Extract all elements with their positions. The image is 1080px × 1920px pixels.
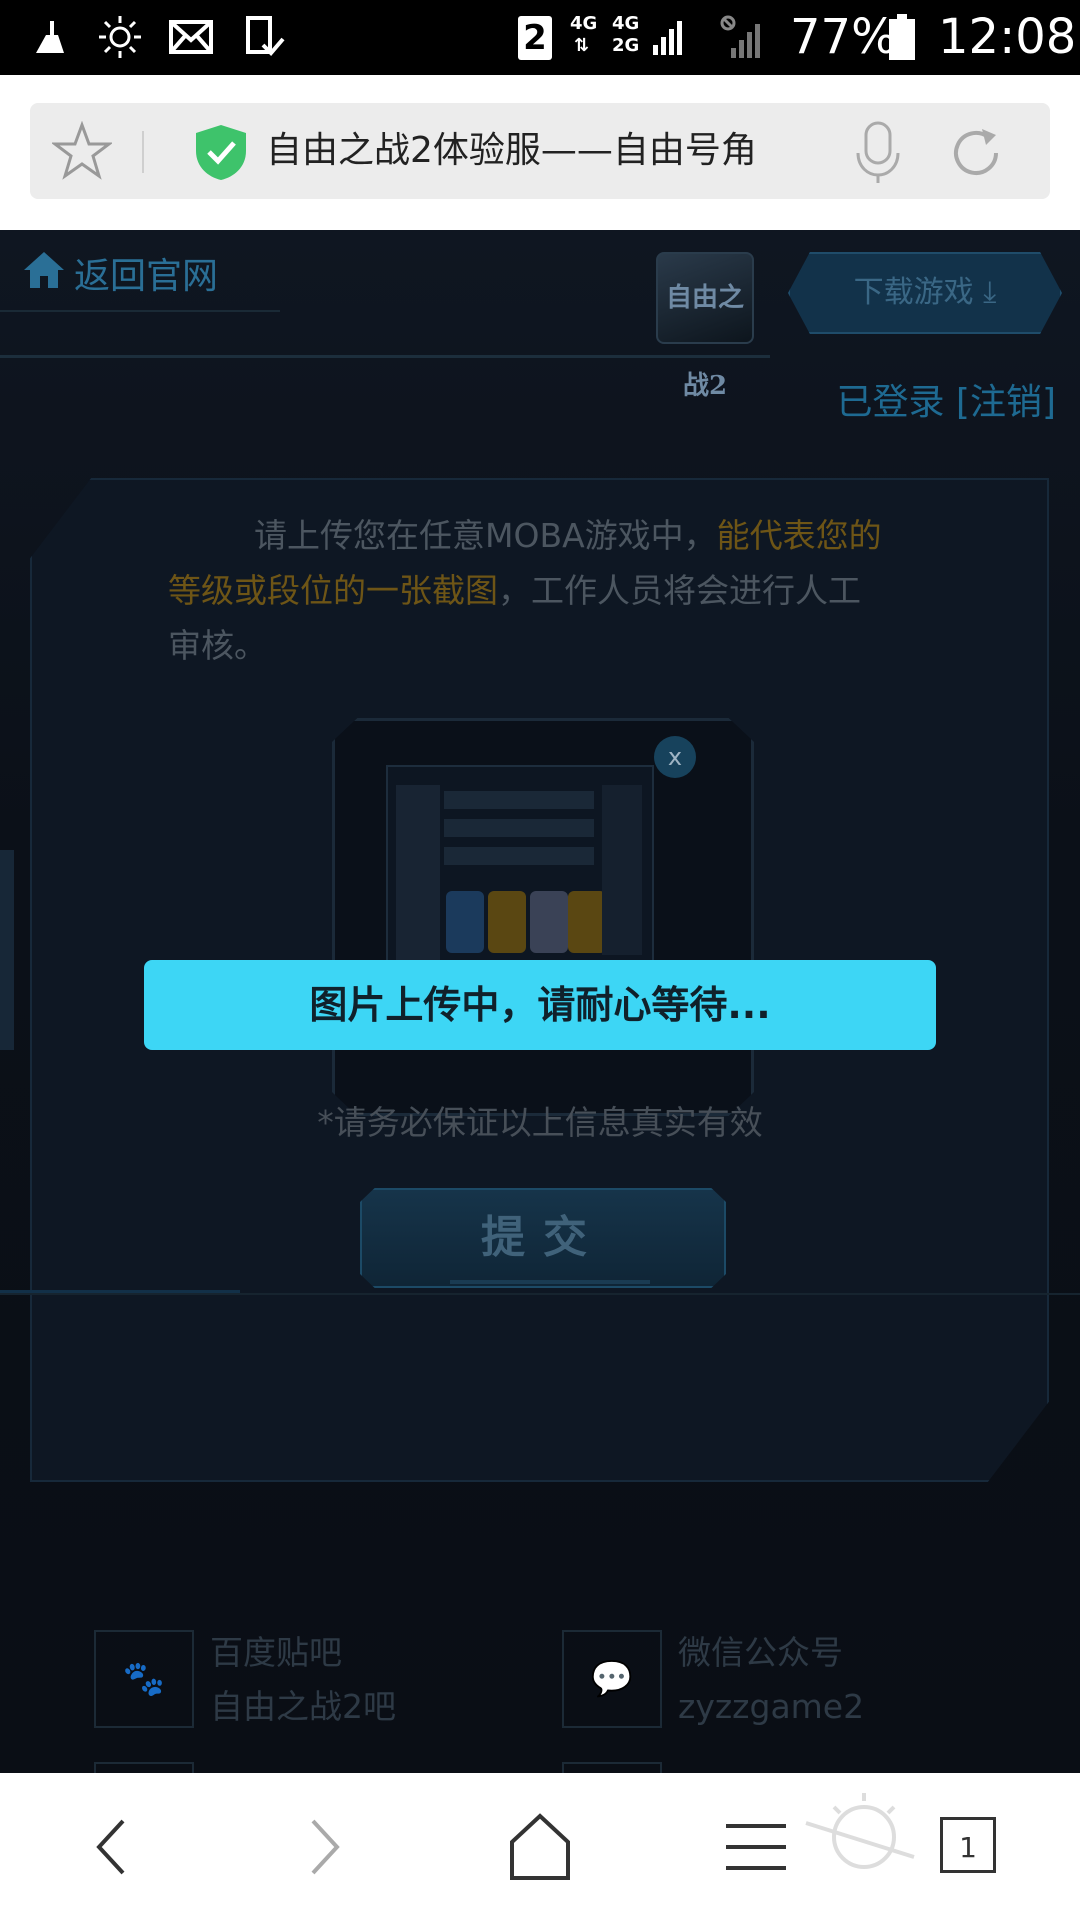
panel-side-ornament — [0, 850, 14, 1050]
game-logo: 自由之战2 — [656, 252, 754, 401]
night-mode-icon[interactable] — [800, 1787, 920, 1897]
instruction-prefix: 请上传您在任意MOBA游戏中， — [254, 516, 717, 555]
forward-icon[interactable] — [300, 1809, 350, 1885]
bookmark-star-icon[interactable] — [50, 120, 114, 181]
download-game-button[interactable]: 下载游戏 ⤓ — [788, 252, 1062, 334]
wechat-icon: 💬 — [562, 1630, 662, 1728]
status-bar: 2 4G ⇅ 4G 2G 77% 12:08 — [0, 0, 1080, 75]
thumb-row — [444, 847, 594, 865]
login-status[interactable]: 已登录 [注销] — [836, 378, 1056, 428]
page-title[interactable]: 自由之战2体验服——自由号角 — [266, 123, 757, 179]
thumb-row — [444, 791, 594, 809]
rank-badge — [446, 891, 484, 953]
mail-icon — [168, 12, 214, 62]
footer-tieba[interactable]: 🐾 百度贴吧 自由之战2吧 — [94, 1630, 474, 1730]
battery-percent: 77% — [790, 9, 897, 65]
upload-instructions: 请上传您在任意MOBA游戏中，能代表您的等级或段位的一张截图，工作人员将会进行人… — [168, 508, 888, 673]
footer-wechat-value: zyzzgame2 — [678, 1687, 865, 1726]
footer-wechat[interactable]: 💬 微信公众号 zyzzgame2 — [562, 1630, 942, 1730]
download-notify-icon — [244, 12, 286, 62]
thumb-sidebar — [396, 785, 440, 960]
signal-off-icon — [718, 12, 764, 62]
network-4g2-label: 4G — [612, 13, 640, 34]
thumb-row — [444, 819, 594, 837]
footer-divider — [0, 1293, 1080, 1295]
back-icon[interactable] — [86, 1809, 136, 1885]
remove-image-button[interactable]: x — [654, 736, 696, 778]
address-divider — [142, 131, 144, 173]
footer-item-partial — [94, 1762, 194, 1773]
cleaner-icon — [30, 12, 70, 62]
upload-progress-toast: 图片上传中，请耐心等待... — [144, 960, 936, 1050]
baidu-paw-icon: 🐾 — [94, 1630, 194, 1728]
browser-bottom-nav: 1 — [0, 1773, 1080, 1920]
back-to-official-link[interactable]: 返回官网 — [22, 250, 218, 304]
footer-tieba-value: 自由之战2吧 — [210, 1687, 396, 1726]
brightness-icon — [96, 12, 144, 62]
rank-badge — [488, 891, 526, 953]
home-icon[interactable] — [508, 1809, 572, 1885]
home-icon — [22, 250, 66, 304]
network-arrows-icon: ⇅ — [574, 35, 590, 56]
rank-badge — [530, 891, 568, 953]
browser-toolbar: 自由之战2体验服——自由号角 — [0, 75, 1080, 230]
footer-item-partial — [562, 1762, 662, 1773]
clock: 12:08 — [938, 9, 1077, 65]
footer-tieba-label: 百度贴吧 — [210, 1633, 342, 1672]
thumb-right-panel — [602, 785, 642, 955]
network-2g-label: 2G — [612, 35, 640, 56]
menu-icon[interactable] — [726, 1809, 786, 1885]
submit-button[interactable]: 提交 — [360, 1188, 726, 1288]
signal-icon — [652, 12, 684, 62]
submit-button-underline — [450, 1280, 650, 1284]
battery-icon — [888, 12, 916, 62]
uploaded-image-thumbnail — [386, 765, 654, 964]
address-bar[interactable]: 自由之战2体验服——自由号角 — [30, 103, 1050, 199]
tab-count-button[interactable]: 1 — [940, 1817, 996, 1873]
secure-shield-icon — [194, 123, 248, 181]
network-4g-label: 4G — [570, 13, 598, 34]
microphone-icon[interactable] — [850, 119, 906, 185]
rank-badge — [568, 891, 606, 953]
truthfulness-note: *请务必保证以上信息真实有效 — [317, 1103, 763, 1142]
footer-wechat-label: 微信公众号 — [678, 1633, 843, 1672]
header-divider — [0, 355, 770, 358]
sim-badge: 2 — [518, 16, 552, 60]
reload-icon[interactable] — [946, 123, 1006, 183]
back-link-label: 返回官网 — [74, 256, 219, 297]
